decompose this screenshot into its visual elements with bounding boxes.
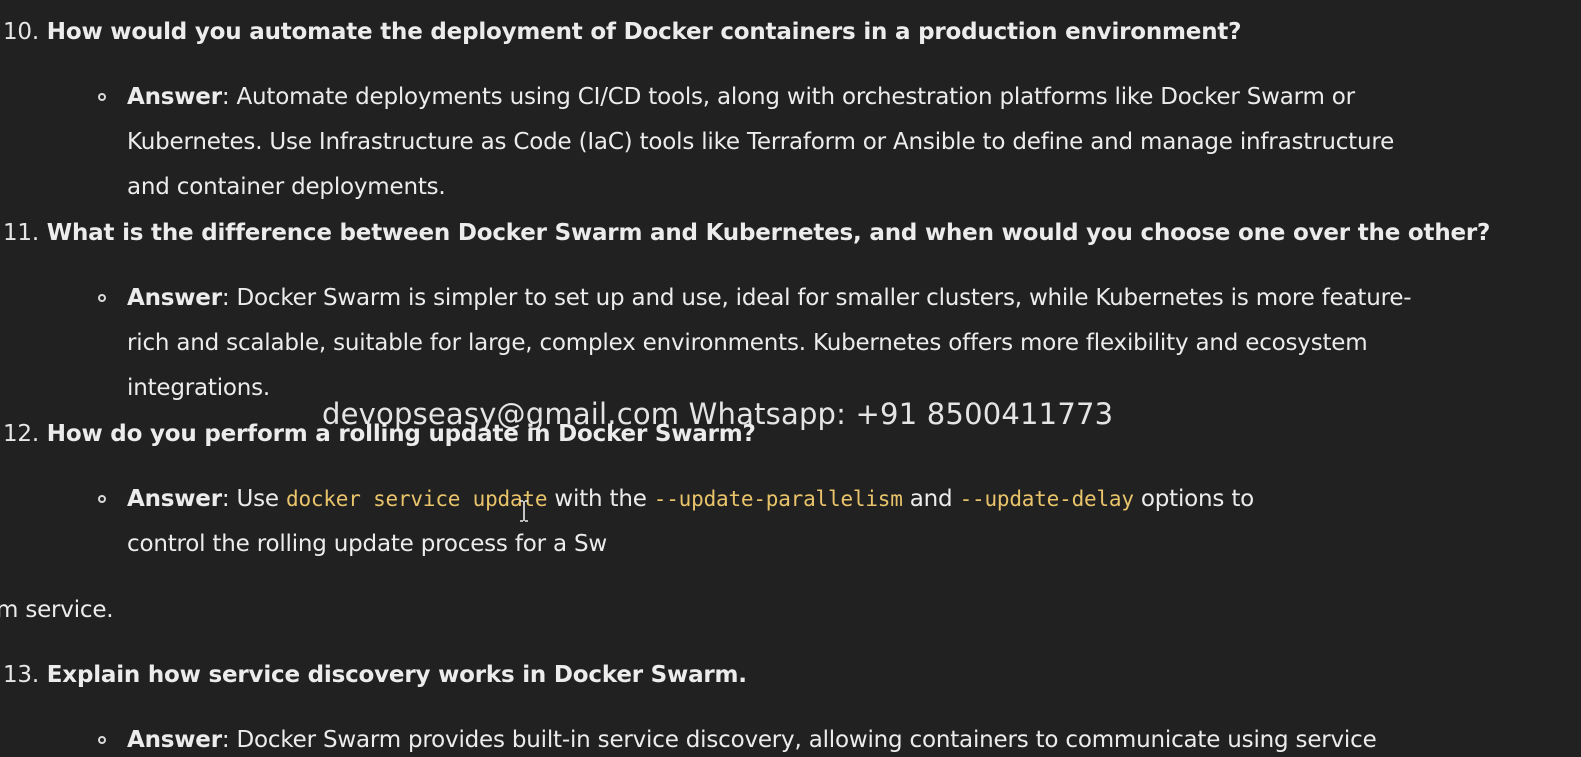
question-10-heading: 10. How would you automate the deploymen… [3,17,1242,47]
answer-11-line-1: Answer: Docker Swarm is simpler to set u… [127,283,1412,313]
answer-12-mid-2: and [902,486,960,512]
answer-11-line-2: rich and scalable, suitable for large, c… [127,330,1368,356]
hollow-circle-bullet-icon [98,294,106,302]
text-cursor-icon [520,500,528,522]
answer-12-suffix: options to [1133,486,1255,512]
question-13-heading: 13. Explain how service discovery works … [3,660,747,690]
answer-10-line-2: Kubernetes. Use Infrastructure as Code (… [127,129,1395,155]
hollow-circle-bullet-icon [98,736,106,744]
question-10-text: How would you automate the deployment of… [46,19,1242,45]
inline-code-docker-service-update: docker service update [286,487,548,511]
answer-11-label: Answer [127,285,222,311]
question-13-number: 13. [3,662,39,688]
question-13-text: Explain how service discovery works in D… [46,662,747,688]
question-10-number: 10. [3,19,39,45]
contact-watermark: devopseasy@gmail.com Whatsapp: +91 85004… [322,397,1114,431]
answer-13-line-1: Answer: Docker Swarm provides built-in s… [127,725,1377,755]
answer-12-label: Answer [127,486,222,512]
answer-13-label: Answer [127,727,222,753]
question-11-heading: 11. What is the difference between Docke… [3,218,1490,248]
answer-12-line-1: Answer: Use docker service update with t… [127,484,1254,514]
answer-12-line-2: control the rolling update process for a… [127,531,607,557]
hollow-circle-bullet-icon [98,93,106,101]
answer-12-mid-1: with the [547,486,654,512]
answer-11-text-1: : Docker Swarm is simpler to set up and … [221,285,1412,311]
answer-11-line-3: integrations. [127,375,271,401]
answer-10-label: Answer [127,84,222,110]
answer-10-line-1: Answer: Automate deployments using CI/CD… [127,82,1355,112]
inline-code-update-parallelism: --update-parallelism [653,487,903,511]
answer-12-prefix: : Use [221,486,286,512]
question-11-number: 11. [3,220,39,246]
answer-10-text-1: : Automate deployments using CI/CD tools… [221,84,1355,110]
answer-12-line-3: m service. [0,597,114,623]
question-12-number: 12. [3,421,39,447]
question-11-text: What is the difference between Docker Sw… [46,220,1491,246]
answer-10-line-3: and container deployments. [127,174,446,200]
answer-13-text-1: : Docker Swarm provides built-in service… [221,727,1377,753]
inline-code-update-delay: --update-delay [959,487,1134,511]
hollow-circle-bullet-icon [98,495,106,503]
